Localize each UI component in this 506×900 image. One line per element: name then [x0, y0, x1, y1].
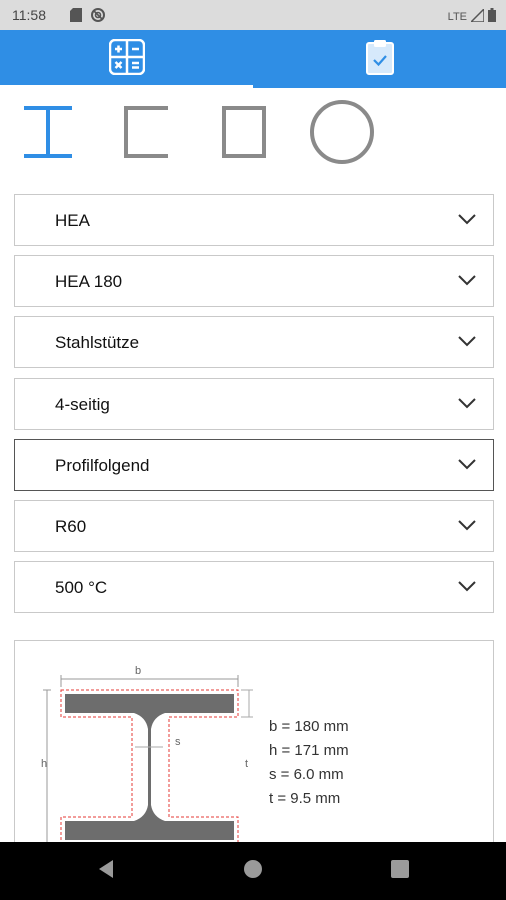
dropdown-value: 500 °C	[55, 578, 108, 597]
component-type-dropdown[interactable]: Stahlstütze	[14, 316, 494, 368]
home-button[interactable]	[213, 842, 293, 900]
dropdown-value: R60	[55, 517, 87, 536]
i-beam-shape	[65, 694, 234, 840]
dimension-label-t: t	[245, 758, 248, 770]
dimension-label-h: h	[41, 758, 47, 770]
chevron-down-icon	[457, 518, 477, 537]
shape-square-tube-button[interactable]	[206, 96, 282, 172]
dropdown-value: 4-seitig	[55, 395, 110, 414]
round-tube-icon	[309, 99, 375, 170]
back-button[interactable]	[66, 842, 146, 900]
dimension-t: t = 9.5 mm	[269, 790, 341, 807]
home-icon	[243, 859, 263, 884]
i-beam-cross-section-diagram: b h s t	[41, 665, 253, 845]
profile-size-dropdown[interactable]: HEA 180	[14, 255, 494, 307]
tab-calculator[interactable]	[0, 30, 253, 88]
chevron-down-icon	[457, 396, 477, 415]
chevron-down-icon	[457, 579, 477, 598]
shape-round-tube-button[interactable]	[304, 96, 380, 172]
do-not-disturb-icon	[91, 8, 105, 27]
dimension-h: h = 171 mm	[269, 742, 349, 759]
dropdown-value: Stahlstütze	[55, 333, 140, 352]
i-beam-icon	[22, 104, 74, 165]
dimension-label-s: s	[175, 736, 181, 748]
recents-icon	[391, 859, 409, 883]
dropdown-value: HEA 180	[55, 272, 123, 291]
sd-card-icon	[70, 8, 82, 27]
profile-info-card: b h s t b = 180 mm h = 171 mm s = 6.0 mm…	[14, 640, 494, 860]
status-bar: 11:58 LTE	[0, 0, 506, 30]
fire-resistance-dropdown[interactable]: R60	[14, 500, 494, 552]
system-nav-bar	[0, 842, 506, 900]
tab-bar	[0, 30, 506, 88]
recents-button[interactable]	[360, 842, 440, 900]
battery-icon	[488, 8, 496, 25]
status-time: 11:58	[12, 7, 46, 23]
profile-series-dropdown[interactable]: HEA	[14, 194, 494, 246]
active-tab-indicator	[0, 85, 253, 88]
chevron-down-icon	[457, 273, 477, 292]
shape-i-beam-button[interactable]	[10, 96, 86, 172]
chevron-down-icon	[457, 212, 477, 231]
back-icon	[97, 859, 115, 884]
shape-u-channel-button[interactable]	[108, 96, 184, 172]
u-channel-icon	[122, 104, 170, 165]
exposure-sides-dropdown[interactable]: 4-seitig	[14, 378, 494, 430]
status-left-icons	[70, 8, 105, 27]
dropdown-value: HEA	[55, 211, 90, 230]
signal-icon	[469, 6, 485, 25]
cladding-type-dropdown[interactable]: Profilfolgend	[14, 439, 494, 491]
square-tube-icon	[220, 104, 268, 165]
dropdown-value: Profilfolgend	[55, 456, 150, 475]
clipboard-check-icon	[365, 39, 394, 80]
chevron-down-icon	[457, 334, 477, 353]
status-right: LTE	[447, 6, 496, 25]
shape-selector	[0, 96, 506, 172]
network-label: LTE	[447, 10, 467, 23]
profile-dimensions: b = 180 mm h = 171 mm s = 6.0 mm t = 9.5…	[269, 715, 349, 811]
dimension-b: b = 180 mm	[269, 718, 349, 735]
dimension-s: s = 6.0 mm	[269, 766, 344, 783]
dimension-label-b: b	[135, 665, 141, 677]
critical-temperature-dropdown[interactable]: 500 °C	[14, 561, 494, 613]
calculator-icon	[108, 38, 145, 80]
tab-report[interactable]	[253, 30, 506, 88]
chevron-down-icon	[457, 457, 477, 476]
